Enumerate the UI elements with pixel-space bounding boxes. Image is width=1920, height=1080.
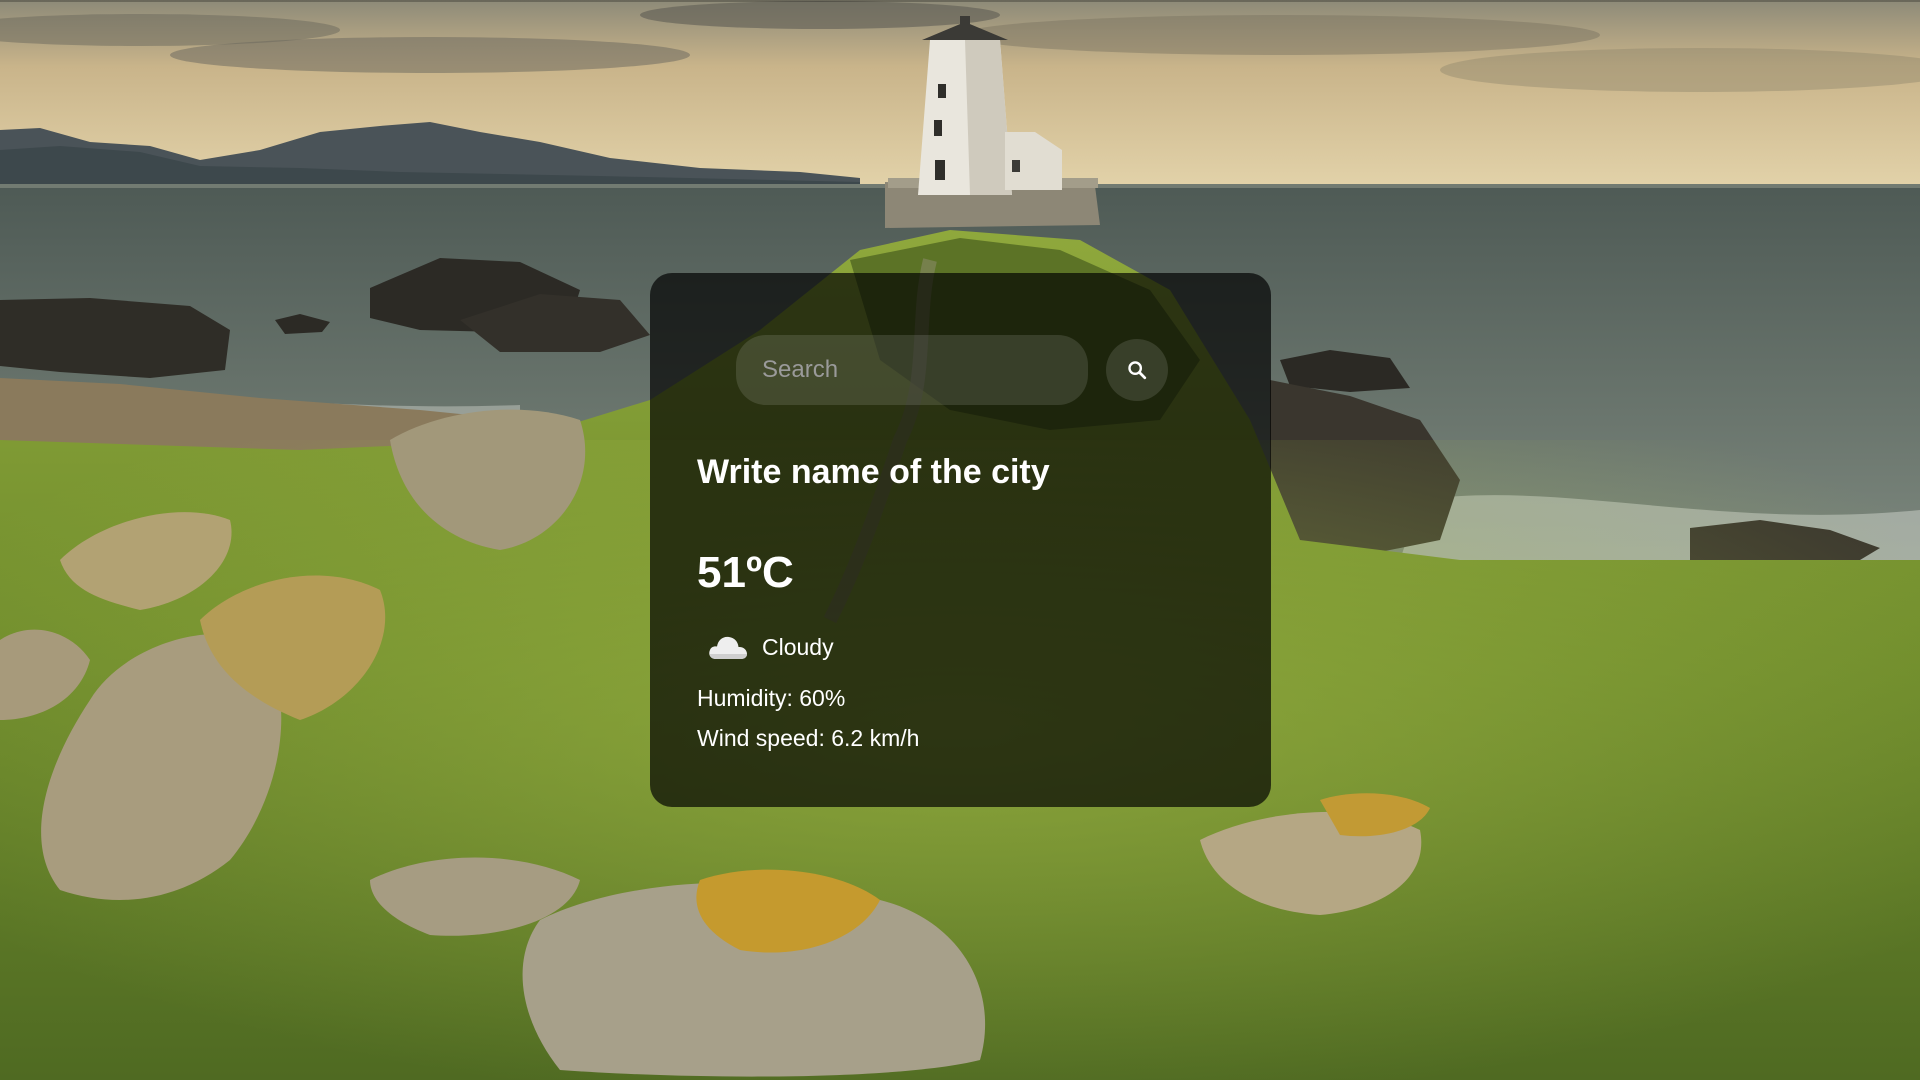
humidity-value: Humidity: 60% (697, 685, 846, 711)
search-icon (1128, 361, 1147, 380)
weather-card: search-icon Write name of the city 51ºC … (650, 273, 1271, 807)
search-button[interactable]: search-icon (1106, 339, 1168, 401)
city-name: Write name of the city (697, 453, 1050, 491)
wind-speed-value: Wind speed: 6.2 km/h (697, 725, 920, 751)
condition-label: Cloudy (762, 633, 834, 660)
cloud-icon (709, 636, 747, 659)
weather-condition: cloud-icon Cloudy (706, 627, 834, 667)
search-bar: search-icon (736, 335, 1216, 405)
temperature: 51ºC (697, 548, 794, 597)
search-input[interactable] (736, 335, 1088, 405)
page: search-icon Write name of the city 51ºC … (0, 0, 1920, 1080)
window-top-edge (0, 0, 1920, 2)
